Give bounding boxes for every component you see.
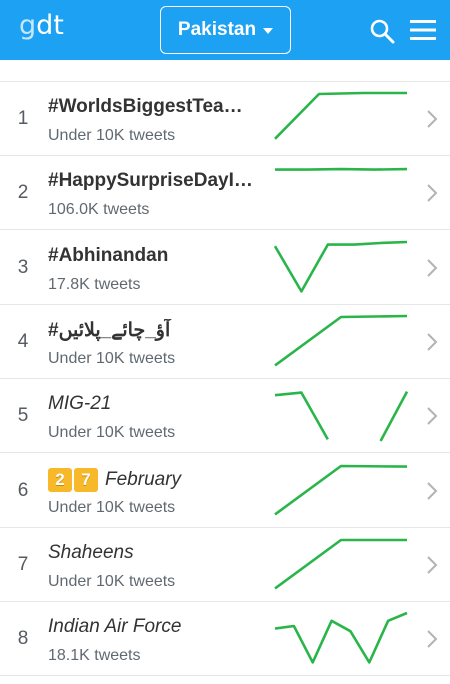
trend-name: #WorldsBiggestTea… bbox=[48, 96, 243, 117]
top-bar: gdt Pakistan bbox=[0, 0, 450, 60]
trend-row[interactable]: 6 2 7 February Under 10K tweets bbox=[0, 454, 450, 528]
trend-sparkline bbox=[274, 391, 409, 442]
trend-name: آؤ_چائے_پلائیں# bbox=[48, 319, 171, 341]
chevron-right-icon[interactable] bbox=[425, 405, 439, 427]
chevron-right-icon[interactable] bbox=[425, 331, 439, 353]
chevron-right-icon[interactable] bbox=[425, 554, 439, 576]
chevron-right-icon[interactable] bbox=[425, 108, 439, 130]
sparkline-path bbox=[379, 391, 409, 442]
sparkline-path bbox=[274, 538, 407, 590]
trend-row[interactable]: 1 #WorldsBiggestTea… Under 10K tweets bbox=[0, 82, 450, 156]
trend-row[interactable]: 3 #Abhinandan 17.8K tweets bbox=[0, 231, 450, 305]
search-icon[interactable] bbox=[369, 18, 395, 44]
trend-rank: 5 bbox=[17, 405, 29, 427]
sparkline-path bbox=[274, 314, 408, 367]
trend-row[interactable]: 5 MIG-21 Under 10K tweets bbox=[0, 379, 450, 454]
trend-rank: 1 bbox=[17, 108, 29, 129]
trend-name: Indian Air Force bbox=[48, 616, 182, 638]
trend-rank: 7 bbox=[17, 553, 29, 575]
sparkline-path bbox=[274, 464, 408, 515]
trend-sparkline bbox=[274, 464, 408, 515]
trend-sparkline bbox=[274, 538, 407, 590]
tweet-count: 17.8K tweets bbox=[48, 275, 141, 293]
trend-rank: 8 bbox=[17, 628, 29, 650]
trend-sparkline bbox=[274, 314, 408, 367]
trend-rank: 4 bbox=[17, 330, 29, 352]
tweet-count: Under 10K tweets bbox=[48, 127, 176, 144]
tweet-count: 106.0K tweets bbox=[48, 201, 150, 219]
trend-name: MIG-21 bbox=[48, 393, 112, 415]
tweet-count: Under 10K tweets bbox=[48, 424, 176, 442]
trend-row[interactable]: 8 Indian Air Force 18.1K tweets bbox=[0, 602, 450, 677]
trend-name: 2 7 February bbox=[48, 467, 258, 492]
caret-down-icon bbox=[263, 28, 274, 34]
trend-row[interactable]: 2 #HappySurpriseDayI… 106.0K tweets bbox=[0, 156, 450, 231]
trend-rank: 6 bbox=[17, 479, 29, 501]
trend-name: #Abhinandan bbox=[48, 244, 169, 266]
chevron-right-icon[interactable] bbox=[425, 480, 439, 502]
trend-name: #HappySurpriseDayI… bbox=[48, 170, 253, 192]
sparkline-path bbox=[274, 91, 407, 140]
tweet-count: 18.1K tweets bbox=[48, 647, 141, 665]
trend-rank: 3 bbox=[17, 256, 29, 278]
chevron-right-icon[interactable] bbox=[425, 257, 439, 279]
country-selector[interactable]: Pakistan bbox=[160, 6, 291, 54]
sparkline-path bbox=[275, 168, 408, 172]
trend-rank: 2 bbox=[17, 182, 29, 204]
sparkline-path bbox=[274, 391, 329, 441]
sparkline-path bbox=[274, 611, 408, 664]
trend-sparkline bbox=[273, 240, 408, 293]
trend-row[interactable]: 4 آؤ_چائے_پلائیں# Under 10K tweets bbox=[0, 305, 450, 379]
sparkline-path bbox=[273, 240, 408, 293]
gdt-logo[interactable]: gdt bbox=[19, 10, 64, 41]
country-label: Pakistan bbox=[177, 19, 257, 40]
trend-sparkline bbox=[274, 91, 407, 140]
trend-name-text: February bbox=[105, 468, 182, 490]
emoji-digit: 7 bbox=[74, 467, 98, 492]
emoji-digit: 2 bbox=[48, 467, 72, 492]
tweet-count: Under 10K tweets bbox=[48, 572, 176, 590]
menu-icon[interactable] bbox=[410, 19, 436, 41]
trend-row[interactable]: 7 Shaheens Under 10K tweets bbox=[0, 528, 450, 602]
trend-sparkline bbox=[275, 168, 408, 172]
emoji-27-badge: 27 bbox=[48, 467, 100, 492]
trend-sparkline bbox=[274, 611, 408, 664]
tweet-count: Under 10K tweets bbox=[48, 498, 176, 516]
trend-name: Shaheens bbox=[48, 541, 134, 563]
chevron-right-icon[interactable] bbox=[425, 182, 439, 204]
tweet-count: Under 10K tweets bbox=[48, 349, 176, 367]
chevron-right-icon[interactable] bbox=[425, 628, 439, 650]
